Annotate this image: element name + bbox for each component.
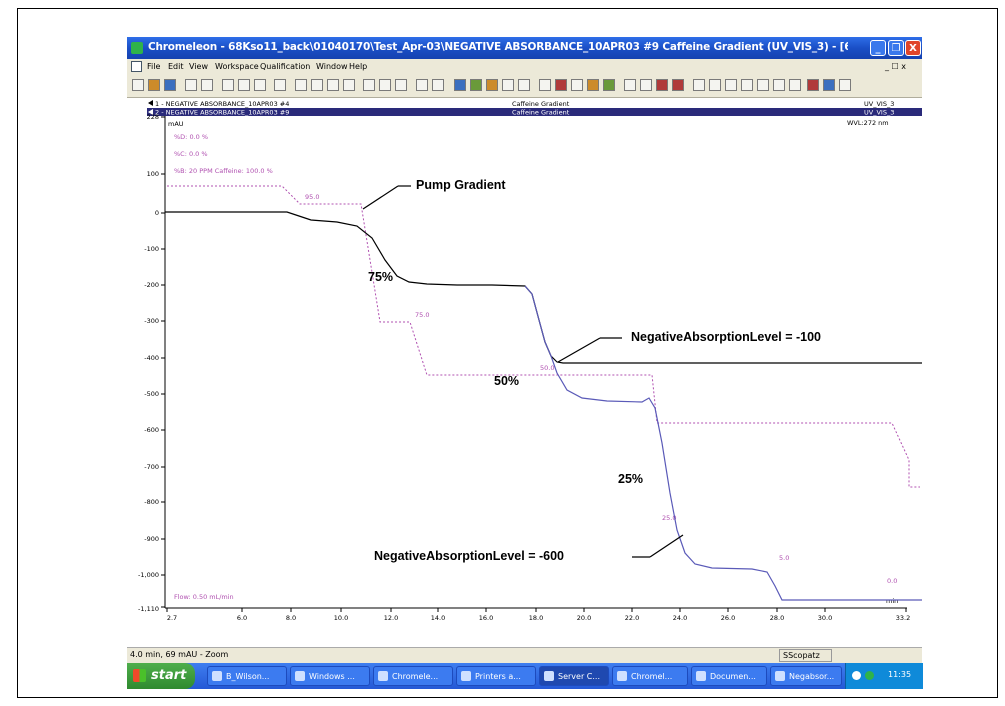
percent-75-annotation: 75% — [368, 270, 394, 284]
level-100-annotation: NegativeAbsorptionLevel = -100 — [631, 330, 821, 344]
level-600-annotation: NegativeAbsorptionLevel = -600 — [374, 549, 564, 563]
pump-gradient-annotation: Pump Gradient — [416, 178, 506, 192]
percent-25-annotation: 25% — [618, 472, 644, 486]
pump-gradient-leader — [362, 185, 399, 210]
annotation-overlay — [362, 185, 684, 558]
percent-50-annotation: 50% — [494, 374, 520, 388]
level-100-leader — [557, 337, 601, 363]
